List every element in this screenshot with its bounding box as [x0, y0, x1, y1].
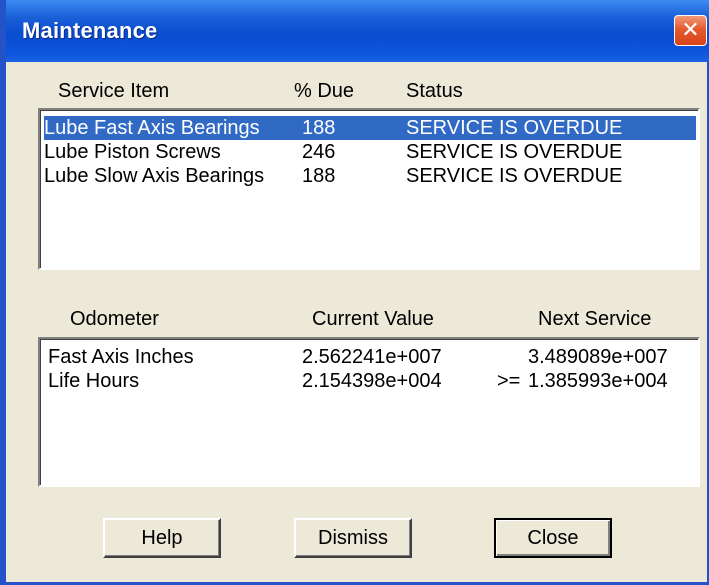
service-item-due: 188	[302, 165, 336, 187]
odometer-list[interactable]: Fast Axis Inches 2.562241e+007 3.489089e…	[38, 337, 700, 487]
header-percent-due[interactable]: % Due	[294, 80, 354, 103]
maintenance-dialog: Maintenance ✕ Service Item % Due Status …	[0, 0, 709, 585]
odometer-current: 2.154398e+004	[302, 370, 442, 392]
odometer-current: 2.562241e+007	[302, 346, 442, 368]
header-service-item[interactable]: Service Item	[58, 80, 169, 103]
odometer-name: Life Hours	[48, 370, 140, 392]
service-item-status: SERVICE IS OVERDUE	[406, 165, 623, 187]
odometer-next: 1.385993e+004	[528, 370, 668, 392]
service-row-fast-axis[interactable]: Lube Fast Axis Bearings 188 SERVICE IS O…	[44, 116, 696, 140]
close-button[interactable]: Close	[494, 518, 612, 558]
service-item-name: Lube Piston Screws	[44, 141, 221, 163]
odometer-row-life-hours[interactable]: Life Hours 2.154398e+004 >= 1.385993e+00…	[44, 369, 696, 393]
header-current-value[interactable]: Current Value	[312, 308, 434, 331]
service-item-due: 246	[302, 141, 336, 163]
service-item-due: 188	[302, 117, 336, 139]
service-item-status: SERVICE IS OVERDUE	[406, 117, 623, 139]
help-button[interactable]: Help	[103, 518, 221, 558]
title-bar[interactable]: Maintenance ✕	[6, 0, 709, 62]
odometer-name: Fast Axis Inches	[48, 346, 194, 368]
service-items-list[interactable]: Lube Fast Axis Bearings 188 SERVICE IS O…	[38, 108, 700, 270]
service-item-name: Lube Fast Axis Bearings	[44, 117, 260, 139]
service-row-piston-screws[interactable]: Lube Piston Screws 246 SERVICE IS OVERDU…	[44, 140, 696, 164]
service-item-status: SERVICE IS OVERDUE	[406, 141, 623, 163]
header-odometer[interactable]: Odometer	[70, 308, 159, 331]
window-title: Maintenance	[22, 18, 158, 43]
close-icon[interactable]: ✕	[674, 15, 707, 46]
odometer-operator: >=	[497, 370, 521, 392]
header-status[interactable]: Status	[406, 80, 463, 103]
service-row-slow-axis[interactable]: Lube Slow Axis Bearings 188 SERVICE IS O…	[44, 164, 696, 188]
odometer-row-fast-axis[interactable]: Fast Axis Inches 2.562241e+007 3.489089e…	[44, 345, 696, 369]
header-next-service[interactable]: Next Service	[538, 308, 651, 331]
dismiss-button[interactable]: Dismiss	[294, 518, 412, 558]
odometer-next: 3.489089e+007	[528, 346, 668, 368]
service-item-name: Lube Slow Axis Bearings	[44, 165, 265, 187]
